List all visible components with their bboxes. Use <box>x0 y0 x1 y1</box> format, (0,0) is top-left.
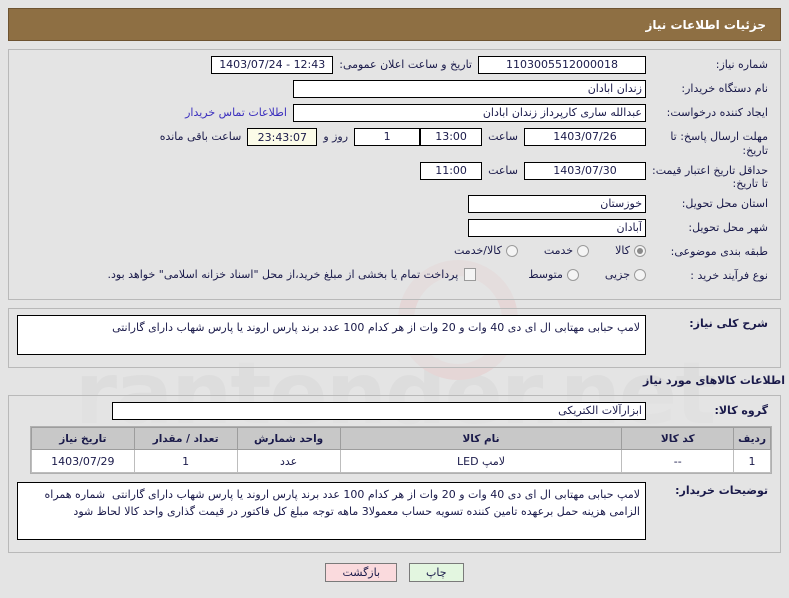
back-button[interactable]: بازگشت <box>325 563 398 582</box>
need-description-panel: شرح کلی نیاز: <box>8 308 781 368</box>
goods-group-label: گروه کالا: <box>714 404 768 417</box>
category-option-label: کالا/خدمت <box>454 244 502 257</box>
province-input[interactable] <box>468 195 646 213</box>
category-option-kala[interactable]: کالا <box>615 244 646 257</box>
goods-table: ردیف کد کالا نام کالا واحد شمارش تعداد /… <box>31 427 771 473</box>
announce-label: تاریخ و ساعت اعلان عمومی: <box>339 58 472 71</box>
page-title: جزئیات اطلاعات نیاز <box>8 8 781 41</box>
cell-radif: 1 <box>733 449 771 473</box>
validity-time-input[interactable] <box>420 161 483 180</box>
row-category: طبقه بندی موضوعی: کالا خدمت کالا/خدمت <box>17 243 772 263</box>
deadline-time-label: ساعت <box>488 130 518 143</box>
row-price-validity: حداقل تاریخ اعتبار قیمت: تا تاریخ: ساعت <box>17 161 772 192</box>
announce-datetime-input[interactable] <box>211 56 334 74</box>
remaining-days-label: روز و <box>323 130 349 143</box>
buyer-contact-link[interactable]: اطلاعات تماس خریدار <box>179 104 293 119</box>
cell-code: -- <box>621 449 735 473</box>
table-header-code: کد کالا <box>621 427 735 450</box>
category-option-label: کالا <box>615 244 630 257</box>
validity-date-input[interactable] <box>524 161 646 180</box>
goods-table-wrapper: ردیف کد کالا نام کالا واحد شمارش تعداد /… <box>30 426 772 474</box>
table-header-name: نام کالا <box>339 427 623 450</box>
process-option-label: جزیی <box>604 268 630 281</box>
table-header-row: ردیف کد کالا نام کالا واحد شمارش تعداد /… <box>31 427 771 450</box>
category-option-khedmat[interactable]: خدمت <box>543 244 590 257</box>
radio-icon[interactable] <box>505 244 518 257</box>
radio-icon[interactable] <box>577 244 590 257</box>
validity-time-label: ساعت <box>488 163 518 177</box>
province-label: استان محل تحویل: <box>681 197 768 210</box>
table-row[interactable]: 1 -- لامپ LED عدد 1 1403/07/29 <box>31 449 771 473</box>
payment-checkbox-row[interactable]: پرداخت تمام یا بخشی از مبلغ خرید،از محل … <box>108 268 477 281</box>
table-header-unit: واحد شمارش <box>236 427 341 450</box>
requester-input[interactable] <box>293 104 646 122</box>
row-buyer-notes: توضیحات خریدار: <box>17 482 772 540</box>
row-response-deadline: مهلت ارسال پاسخ: تا تاریخ: ساعت روز و 23… <box>17 128 772 158</box>
need-description-label: شرح کلی نیاز: <box>689 317 768 330</box>
validity-label: حداقل تاریخ اعتبار قیمت: تا تاریخ: <box>652 163 768 191</box>
row-goods-group: گروه کالا: <box>17 402 772 422</box>
payment-checkbox-label: پرداخت تمام یا بخشی از مبلغ خرید،از محل … <box>107 268 459 281</box>
process-option-motevaset[interactable]: متوسط <box>528 268 579 281</box>
process-option-label: متوسط <box>528 268 563 281</box>
goods-group-input[interactable] <box>112 402 646 420</box>
goods-panel: گروه کالا: ردیف کد کالا نام کالا واحد شم… <box>8 395 781 553</box>
radio-icon[interactable] <box>634 268 646 281</box>
header: جزئیات اطلاعات نیاز <box>0 0 789 41</box>
remaining-days-input[interactable] <box>354 128 421 146</box>
deadline-label: مهلت ارسال پاسخ: تا تاریخ: <box>670 130 768 157</box>
buyer-org-label: نام دستگاه خریدار: <box>681 82 768 95</box>
radio-icon[interactable] <box>566 268 579 281</box>
row-requester: ایجاد کننده درخواست: اطلاعات تماس خریدار <box>17 104 772 124</box>
process-radio-group: جزیی متوسط پرداخت تمام یا بخشی از مبلغ خ… <box>108 267 646 281</box>
row-process-type: نوع فرآیند خرید : جزیی متوسط پرداخت تمام… <box>17 267 772 287</box>
row-need-number: شماره نیاز: تاریخ و ساعت اعلان عمومی: <box>17 56 772 76</box>
row-buyer-org: نام دستگاه خریدار: <box>17 80 772 100</box>
category-option-label: خدمت <box>543 244 574 257</box>
print-button[interactable]: چاپ <box>409 563 464 582</box>
requester-label: ایجاد کننده درخواست: <box>666 106 768 119</box>
city-input[interactable] <box>468 219 646 237</box>
deadline-date-input[interactable] <box>524 128 646 146</box>
checkbox-icon[interactable] <box>464 268 477 281</box>
cell-unit: عدد <box>236 449 341 473</box>
need-details-panel: شماره نیاز: تاریخ و ساعت اعلان عمومی: نا… <box>8 49 781 300</box>
table-header-date: تاریخ نیاز <box>31 427 135 450</box>
goods-section-title: اطلاعات کالاهای مورد نیاز <box>643 374 785 387</box>
buyer-notes-textarea[interactable] <box>17 482 646 540</box>
row-need-description: شرح کلی نیاز: <box>17 315 772 355</box>
buyer-notes-label: توضیحات خریدار: <box>675 484 768 497</box>
need-number-input[interactable] <box>478 56 646 74</box>
cell-date: 1403/07/29 <box>31 449 135 473</box>
category-label: طبقه بندی موضوعی: <box>670 245 768 258</box>
category-radio-group: کالا خدمت کالا/خدمت <box>434 243 646 257</box>
cell-name: لامپ LED <box>339 449 623 473</box>
radio-icon[interactable] <box>634 244 646 257</box>
process-label: نوع فرآیند خرید : <box>690 269 768 282</box>
cell-qty: 1 <box>133 449 238 473</box>
row-city: شهر محل تحویل: <box>17 219 772 239</box>
action-button-bar: چاپ بازگشت <box>0 563 789 582</box>
category-option-kala-khedmat[interactable]: کالا/خدمت <box>454 244 518 257</box>
need-number-label: شماره نیاز: <box>715 58 768 71</box>
table-header-qty: تعداد / مقدار <box>133 427 238 450</box>
buyer-org-input[interactable] <box>293 80 646 98</box>
city-label: شهر محل تحویل: <box>688 221 768 234</box>
deadline-time-input[interactable] <box>420 128 483 146</box>
process-option-jozei[interactable]: جزیی <box>605 268 646 281</box>
countdown-timer: 23:43:07 <box>247 128 318 146</box>
countdown-label: ساعت باقی مانده <box>159 130 242 143</box>
need-description-textarea[interactable] <box>17 315 646 355</box>
row-province: استان محل تحویل: <box>17 195 772 215</box>
table-header-radif: ردیف <box>733 427 771 450</box>
